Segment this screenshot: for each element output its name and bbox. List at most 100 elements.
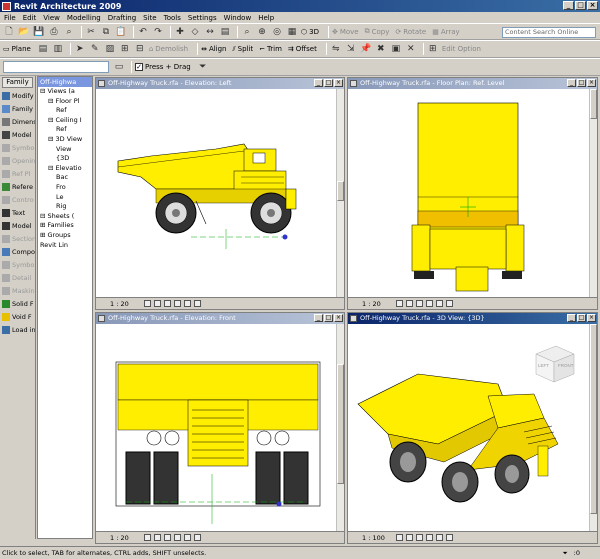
save-icon[interactable]: 💾 <box>33 26 45 38</box>
paint-icon[interactable]: ▨ <box>104 43 116 55</box>
view-cube[interactable]: LEFT FRONT <box>535 345 575 383</box>
design-bar-item[interactable]: Symbo <box>0 258 35 271</box>
hide-isolate-icon[interactable] <box>183 300 191 307</box>
properties-icon[interactable]: ▥ <box>52 43 64 55</box>
menu-help[interactable]: Help <box>258 14 274 22</box>
cut-icon[interactable]: ✂ <box>85 26 97 38</box>
vertical-scrollbar[interactable] <box>589 89 597 297</box>
menu-file[interactable]: File <box>4 14 16 22</box>
design-bar-item[interactable]: Text <box>0 206 35 219</box>
view-floor-plan[interactable]: Off-Highway Truck.rfa - Floor Plan: Ref.… <box>347 77 598 310</box>
copy-button[interactable]: ⧉ Copy <box>365 27 390 36</box>
view-3d-button[interactable]: ⬡ 3D <box>301 28 319 36</box>
undo-icon[interactable]: ↶ <box>137 26 149 38</box>
maximize-view-button[interactable]: □ <box>324 314 333 322</box>
design-bar-item[interactable]: Refere <box>0 180 35 193</box>
tree-item[interactable]: ⊟ Sheets ( <box>38 212 92 222</box>
minimize-view-button[interactable]: _ <box>567 79 576 87</box>
move-button[interactable]: ✥ Move <box>332 28 359 36</box>
filter-status-icon[interactable]: ⏷ <box>562 547 567 559</box>
expand-icon[interactable]: ⊞ <box>40 221 48 229</box>
minimize-view-button[interactable]: _ <box>314 314 323 322</box>
group-icon[interactable]: ▣ <box>390 43 402 55</box>
visual-style-icon[interactable] <box>153 300 161 307</box>
visual-style-icon[interactable] <box>153 534 161 541</box>
tree-item[interactable]: Ref <box>38 106 92 116</box>
shadows-icon[interactable] <box>415 534 423 541</box>
tag-icon[interactable]: ◇ <box>189 26 201 38</box>
vertical-scrollbar[interactable] <box>336 89 344 297</box>
filter-icon[interactable]: ⏷ <box>197 61 209 73</box>
tree-item[interactable]: Fro <box>38 183 92 193</box>
hide-isolate-icon[interactable] <box>435 300 443 307</box>
detail-level-icon[interactable] <box>395 534 403 541</box>
collapse-icon[interactable]: ⊟ <box>48 164 56 172</box>
design-bar-item[interactable]: Contro <box>0 193 35 206</box>
collapse-icon[interactable]: ⊟ <box>48 135 56 143</box>
truck-side-elevation[interactable] <box>96 89 338 299</box>
tree-item[interactable]: Le <box>38 193 92 203</box>
thin-lines-icon[interactable]: ▤ <box>219 26 231 38</box>
maximize-view-button[interactable]: □ <box>577 79 586 87</box>
tree-item[interactable]: Ref <box>38 125 92 135</box>
design-bar-item[interactable]: Maskin <box>0 284 35 297</box>
shadows-icon[interactable] <box>163 300 171 307</box>
view-elevation-left[interactable]: Off-Highway Truck.rfa - Elevation: Left … <box>95 77 345 310</box>
tree-item[interactable]: View <box>38 145 92 155</box>
close-view-button[interactable]: × <box>334 314 343 322</box>
menu-view[interactable]: View <box>43 14 60 22</box>
crop-icon[interactable] <box>173 534 181 541</box>
detail-level-icon[interactable] <box>143 534 151 541</box>
crop-icon[interactable] <box>425 300 433 307</box>
view-scale[interactable]: 1 : 100 <box>362 534 385 542</box>
design-bar-item[interactable]: Model <box>0 128 35 141</box>
close-button[interactable]: × <box>587 1 598 10</box>
menu-window[interactable]: Window <box>224 14 252 22</box>
design-bar-item[interactable]: Ref Pl <box>0 167 35 180</box>
press-drag-checkbox[interactable]: ✓ <box>135 63 143 71</box>
view-scale[interactable]: 1 : 20 <box>362 300 381 308</box>
minimize-view-button[interactable]: _ <box>567 314 576 322</box>
design-bar-item[interactable]: Void F <box>0 310 35 323</box>
array-button[interactable]: ▦ Array <box>432 28 459 36</box>
menu-settings[interactable]: Settings <box>188 14 217 22</box>
tree-item[interactable]: ⊟ Elevatio <box>38 164 92 174</box>
content-search-input[interactable]: Content Search Online <box>502 27 596 38</box>
menu-drafting[interactable]: Drafting <box>108 14 136 22</box>
zoom-icon[interactable]: ⌕ <box>241 26 253 38</box>
zoom-region-icon[interactable]: ⊕ <box>256 26 268 38</box>
truck-front-elevation[interactable] <box>96 324 338 533</box>
design-bar-item[interactable]: Section <box>0 232 35 245</box>
tree-item[interactable]: ⊞ Groups <box>38 231 92 241</box>
steering-wheel-icon[interactable]: ◎ <box>271 26 283 38</box>
vertical-scrollbar[interactable] <box>336 324 344 531</box>
tree-item[interactable]: Revit Lin <box>38 241 92 251</box>
delete-icon[interactable]: ✕ <box>405 43 417 55</box>
type-properties-icon[interactable]: ▭ <box>113 61 125 73</box>
visual-style-icon[interactable] <box>405 300 413 307</box>
tree-item[interactable]: ⊟ 3D View <box>38 135 92 145</box>
shadows-icon[interactable] <box>415 300 423 307</box>
layers-icon[interactable]: ▤ <box>37 43 49 55</box>
design-bar-item[interactable]: Detail <box>0 271 35 284</box>
select-icon[interactable]: ➤ <box>74 43 86 55</box>
maximize-view-button[interactable]: □ <box>577 314 586 322</box>
collapse-icon[interactable]: ⊟ <box>40 212 48 220</box>
collapse-icon[interactable]: ⊟ <box>40 87 48 95</box>
vertical-scrollbar[interactable] <box>589 324 597 531</box>
resize-icon[interactable]: ⇲ <box>345 43 357 55</box>
demolish-button[interactable]: ⌂ Demolish <box>149 45 188 53</box>
menu-site[interactable]: Site <box>143 14 156 22</box>
design-bar-item[interactable]: Symbo <box>0 141 35 154</box>
tree-item[interactable]: ⊟ Ceiling I <box>38 116 92 126</box>
mirror-icon[interactable]: ⇋ <box>330 43 342 55</box>
unpin-icon[interactable]: ✖ <box>375 43 387 55</box>
reveal-icon[interactable] <box>193 300 201 307</box>
hide-isolate-icon[interactable] <box>183 534 191 541</box>
design-bar-item[interactable]: Solid F <box>0 297 35 310</box>
collapse-icon[interactable]: ⊟ <box>48 97 56 105</box>
minimize-button[interactable]: _ <box>563 1 574 10</box>
plane-button[interactable]: ▭ Plane <box>3 45 31 53</box>
visual-style-icon[interactable] <box>405 534 413 541</box>
design-bar-item[interactable]: Opening <box>0 154 35 167</box>
